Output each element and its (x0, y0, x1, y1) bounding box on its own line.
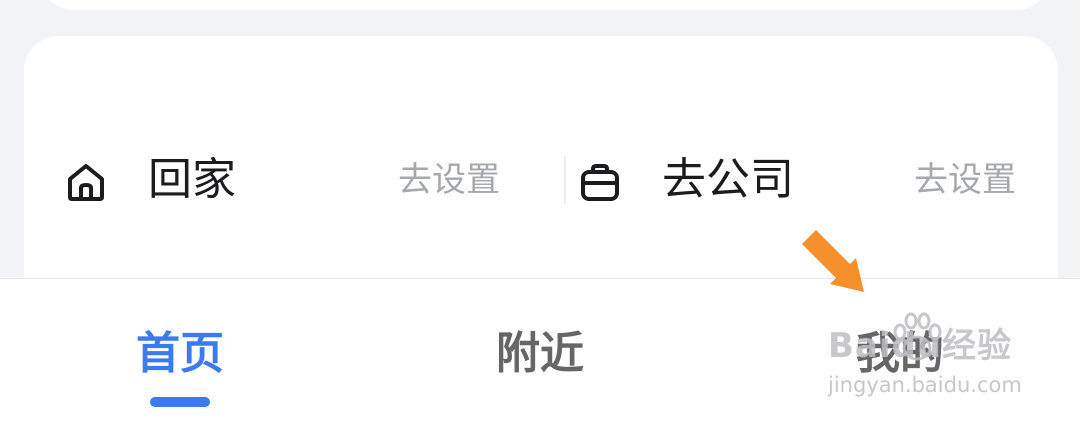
tab-home[interactable]: 首页 (70, 319, 290, 389)
briefcase-icon (578, 160, 622, 204)
watermark-brand: Baidu经验 (828, 326, 1013, 366)
work-label[interactable]: 去公司 (662, 148, 794, 212)
active-tab-indicator (150, 397, 210, 407)
commute-row: 回家 去设置 去公司 去设置 (24, 142, 1058, 218)
watermark-url: jingyan.baidu.com (828, 373, 1022, 397)
watermark: Baidu经验 jingyan.baidu.com (826, 308, 1036, 408)
arrow-icon (800, 226, 870, 296)
tab-nearby[interactable]: 附近 (430, 319, 650, 389)
previous-card (40, 0, 1050, 10)
work-set-link[interactable]: 去设置 (914, 154, 1016, 206)
home-icon (64, 160, 108, 204)
divider (564, 156, 566, 204)
home-label[interactable]: 回家 (148, 148, 236, 212)
home-set-link[interactable]: 去设置 (398, 154, 500, 206)
